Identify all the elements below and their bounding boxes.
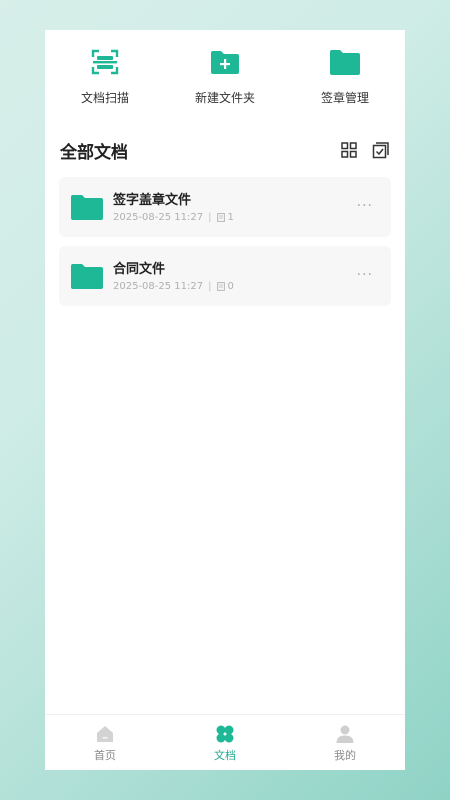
home-icon: [97, 726, 113, 742]
separator: |: [208, 280, 212, 292]
folder-file-count: 0: [227, 280, 234, 292]
folder-item[interactable]: 签字盖章文件 2025-08-25 11:27 | 1 ···: [59, 177, 391, 237]
bottom-navigation: 首页 文档 我的: [45, 714, 405, 770]
section-header: 全部文档: [60, 137, 390, 163]
folder-meta: 合同文件 2025-08-25 11:27 | 0: [113, 261, 234, 292]
folder-item[interactable]: 合同文件 2025-08-25 11:27 | 0 ···: [59, 246, 391, 306]
folder-icon: [330, 50, 360, 75]
more-options-button[interactable]: ···: [357, 268, 373, 282]
folder-details: 2025-08-25 11:27 | 0: [113, 281, 234, 292]
clover-icon: [216, 725, 234, 743]
folder-list: 签字盖章文件 2025-08-25 11:27 | 1 ··· 合同文件 202…: [59, 177, 391, 315]
scan-document-label: 文档扫描: [80, 91, 129, 105]
folder-icon: [71, 195, 103, 220]
seal-management-button[interactable]: 签章管理: [298, 30, 392, 120]
grid-view-icon[interactable]: [340, 141, 358, 159]
folder-name: 签字盖章文件: [113, 192, 192, 208]
document-icon: [216, 212, 225, 222]
multi-select-icon[interactable]: [372, 141, 390, 159]
header-tools: [340, 141, 390, 159]
new-folder-button[interactable]: 新建文件夹: [178, 30, 272, 120]
nav-label-home: 首页: [94, 749, 116, 762]
new-folder-label: 新建文件夹: [194, 91, 255, 105]
folder-name: 合同文件: [113, 261, 166, 277]
folder-date: 2025-08-25 11:27: [113, 211, 204, 223]
folder-details: 2025-08-25 11:27 | 1: [113, 212, 234, 223]
folder-meta: 签字盖章文件 2025-08-25 11:27 | 1: [113, 192, 234, 223]
more-options-button[interactable]: ···: [357, 199, 373, 213]
nav-label-mine: 我的: [334, 749, 356, 762]
section-title: 全部文档: [60, 142, 128, 163]
user-icon: [336, 725, 354, 743]
quick-actions-bar: 文档扫描 新建文件夹 签章管理: [45, 30, 405, 120]
new-folder-icon: [211, 51, 239, 74]
seal-management-label: 签章管理: [320, 91, 369, 105]
folder-date: 2025-08-25 11:27: [113, 280, 204, 292]
scan-icon: [91, 49, 119, 75]
app-screen: 文档扫描 新建文件夹 签章管理 全部文档 签字盖章文件 2025-08-25 1…: [45, 30, 405, 770]
nav-label-documents: 文档: [214, 749, 236, 762]
nav-tab-home[interactable]: 首页: [55, 715, 155, 770]
folder-file-count: 1: [227, 211, 234, 223]
folder-icon: [71, 264, 103, 289]
scan-document-button[interactable]: 文档扫描: [58, 30, 152, 120]
separator: |: [208, 211, 212, 223]
nav-tab-documents[interactable]: 文档: [175, 715, 275, 770]
nav-tab-mine[interactable]: 我的: [295, 715, 395, 770]
document-icon: [216, 281, 225, 291]
